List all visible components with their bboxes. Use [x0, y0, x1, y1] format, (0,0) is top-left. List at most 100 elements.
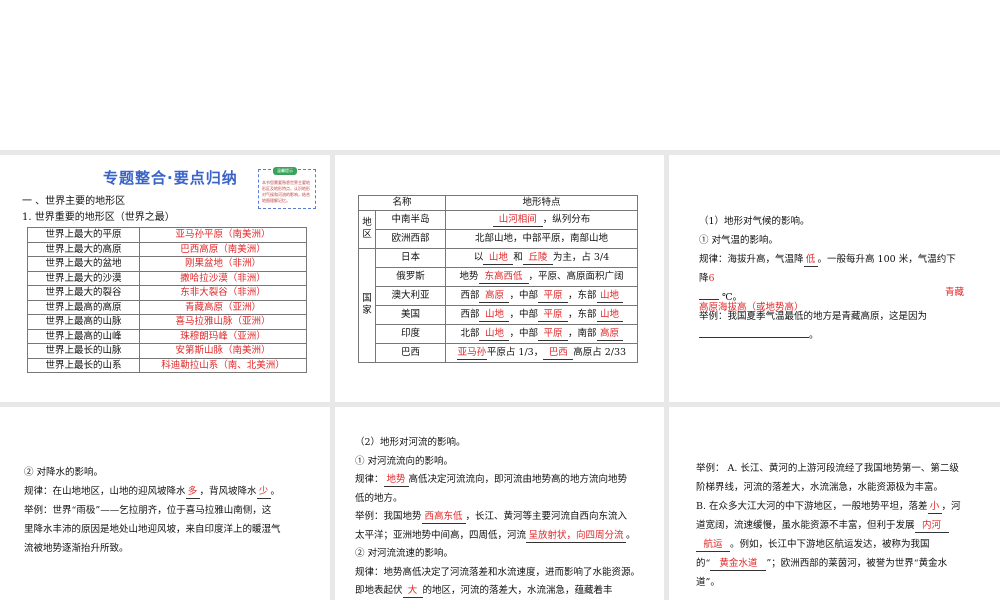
text: ，东部: [568, 289, 597, 301]
answer: 少: [256, 485, 271, 499]
text: ，南部: [568, 327, 597, 339]
text: 。例如，长江中下游地区航运发达，被称为我国: [730, 539, 930, 550]
landform-category: 世界上最高的高原: [27, 299, 140, 315]
text-line: （1）地形对气候的影响。: [699, 216, 810, 227]
answer: 亚马孙: [456, 346, 487, 360]
badge-text: 本节您需要熟悉世界主要地形区及地形特点，认识地形对气候和河流的影响，结合地图理解…: [262, 180, 310, 203]
place-name: 巴西: [375, 342, 446, 363]
text: ，平原、高原面积广阔: [528, 270, 624, 282]
answer: 平原: [538, 289, 568, 303]
answer: 山地: [596, 289, 623, 303]
table-row: 世界上最大的裂谷 东非大裂谷（非洲）: [27, 285, 307, 301]
landform-category: 世界上最大的平原: [27, 227, 140, 243]
table-row: 印度 北部 山地 ，中部 平原 ，南部 高原: [359, 323, 638, 344]
landform-answer: 青藏高原（亚洲）: [139, 299, 307, 315]
table-row: 俄罗斯 地势 东高西低 ，平原、高原面积广阔: [359, 266, 638, 287]
answer: 山地: [479, 308, 510, 322]
landform-category: 世界上最大的裂谷: [27, 285, 140, 301]
text: ，东部: [568, 308, 597, 320]
slide-thumbnail-6[interactable]: 举例： A. 长江、黄河的上游河段流经了我国地势第一、第二级 阶梯界线，河流的落…: [669, 407, 1000, 600]
landform-category: 世界上最长的山系: [27, 357, 140, 373]
slide-thumbnail-5[interactable]: （2）地形对河流的影响。 ① 对河流流向的影响。 规律： 地势 高低决定河流流向，即…: [335, 407, 664, 600]
landform-category: 世界上最大的高原: [27, 241, 140, 257]
answer: 高原: [596, 327, 623, 341]
text: 地势: [459, 270, 479, 282]
answer: 6: [708, 273, 715, 284]
slide-thumbnail-4[interactable]: ② 对降水的影响。 规律：在山地地区，山地的迎风坡降水多，背风坡降水少。 举例：…: [0, 407, 330, 600]
answer: 巴西: [543, 346, 574, 360]
text-line: ① 对气温的影响。: [699, 235, 779, 246]
header-name: 名称: [358, 195, 446, 211]
answer: 高原海拔高（或地势高）: [699, 302, 804, 313]
landform-table: 世界上最大的平原 亚马孙平原（南美洲） 世界上最大的高原 巴西高原（南美洲） 世界上最大…: [27, 227, 307, 373]
text: 高低决定河流流向，即河流由地势高的地方流向地势: [408, 474, 628, 485]
answer: 东高西低: [478, 270, 529, 284]
text-line: 阶梯界线，河流的落差大，水流湍急，水能资源极为丰富。: [696, 482, 944, 493]
text: 为主，占 3/4: [552, 251, 610, 263]
text-line: 流被地势逐渐抬升所致。: [24, 543, 129, 554]
answer: 青藏: [945, 287, 965, 298]
answer: 小: [927, 500, 942, 514]
table-row: 世界上最大的盆地 刚果盆地（非洲）: [27, 256, 307, 272]
table-row: 世界上最长的山系 科迪勒拉山系（南、北美洲）: [27, 357, 307, 373]
text: 以: [473, 251, 484, 263]
text-line: （2）地形对河流的影响。: [355, 437, 466, 448]
place-name: 俄罗斯: [375, 266, 446, 287]
group-region: 地区: [358, 209, 376, 249]
answer: 大: [402, 584, 423, 598]
text: 北部山地，中部平原，南部山地: [474, 232, 608, 244]
text: ”；欧洲西部的莱茵河，被誉为世界“黄金水: [766, 558, 948, 569]
text: 西部: [460, 289, 480, 301]
text: 规律：海拔升高，气温降: [699, 254, 804, 265]
table-row: 世界上最大的平原 亚马孙平原（南美洲）: [27, 227, 307, 243]
text: 和: [513, 251, 523, 263]
header-feature: 地形特点: [445, 195, 638, 211]
place-name: 日本: [375, 247, 446, 268]
answer: 地势: [383, 473, 409, 487]
text: 西部: [460, 308, 480, 320]
text-line: 举例：世界“雨极”——乞拉朋齐，位于喜马拉雅山南侧，这: [24, 505, 272, 516]
text: 。一般每升高 100 米，气温约下: [817, 254, 956, 265]
text-line: 道”。: [696, 577, 720, 588]
table-row: 地区 中南半岛 山河相间 ，纵列分布: [358, 209, 638, 249]
landform-answer: 东非大裂谷（非洲）: [139, 285, 307, 301]
landform-category: 世界上最长的山脉: [27, 343, 140, 359]
table-row: 世界上最大的沙漠 撒哈拉沙漠（非洲）: [27, 270, 307, 286]
landform-answer: 巴西高原（南美洲）: [139, 241, 307, 257]
landform-answer: 喜马拉雅山脉（亚洲）: [139, 314, 307, 330]
text: 即地表起伏: [355, 585, 403, 596]
landform-answer: 安第斯山脉（南美洲）: [139, 343, 307, 359]
answer: 多: [185, 485, 200, 499]
table-row: 国家 日本以山地和丘陵 为主，占 3/4: [358, 247, 638, 363]
text: 平原占 1/3，: [486, 346, 544, 358]
answer: 呈放射状，向四周分流: [526, 529, 627, 543]
place-name: 印度: [375, 323, 446, 344]
table-row: 世界上最高的山脉 喜马拉雅山脉（亚洲）: [27, 314, 307, 330]
answer: 山河相间: [492, 213, 543, 227]
group-country: 国家: [358, 247, 376, 363]
text: ，纵列分布: [542, 213, 591, 225]
text: ，中部: [509, 308, 538, 320]
slide-thumbnail-3[interactable]: （1）地形对气候的影响。 ① 对气温的影响。 规律：海拔升高，气温降低。一般每升…: [669, 155, 1000, 402]
slide-thumbnail-2[interactable]: 名称 地形特点 地区 中南半岛 山河相间 ，纵列分布 欧洲西部 北部山地，中部平原，南部山地国…: [335, 155, 664, 402]
landform-answer: 亚马孙平原（南美洲）: [139, 227, 307, 243]
landform-answer: 刚果盆地（非洲）: [139, 256, 307, 272]
text: 规律：在山地地区，山地的迎风坡降水: [24, 486, 186, 497]
landform-answer: 撒哈拉沙漠（非洲）: [139, 270, 307, 286]
slide-thumbnail-1[interactable]: 专题整合·要点归纳 温馨提示本节您需要熟悉世界主要地形区及地形特点，认识地形对气…: [0, 155, 330, 402]
text-line: ② 对河流流速的影响。: [355, 548, 454, 559]
table-row: 澳大利亚 西部 高原 ，中部 平原 ，东部 山地: [359, 285, 638, 306]
answer: 山地: [596, 308, 623, 322]
answer: 平原: [538, 327, 568, 341]
badge-label: 温馨提示: [273, 167, 297, 175]
table-row: 世界上最长的山脉 安第斯山脉（南美洲）: [27, 343, 307, 359]
text: ，中部: [509, 289, 538, 301]
answer: 低: [803, 253, 818, 267]
landform-category: 世界上最高的山峰: [27, 328, 140, 344]
text-line: ② 对降水的影响。: [24, 467, 104, 478]
slide-title: 专题整合·要点归纳: [103, 169, 238, 187]
text-line: 举例： A. 长江、黄河的上游河段流经了我国地势第一、第二级: [696, 463, 959, 474]
text: 。: [626, 529, 636, 541]
text: ，背风坡降水: [199, 486, 257, 497]
text-line: 低的地方。: [355, 492, 403, 504]
